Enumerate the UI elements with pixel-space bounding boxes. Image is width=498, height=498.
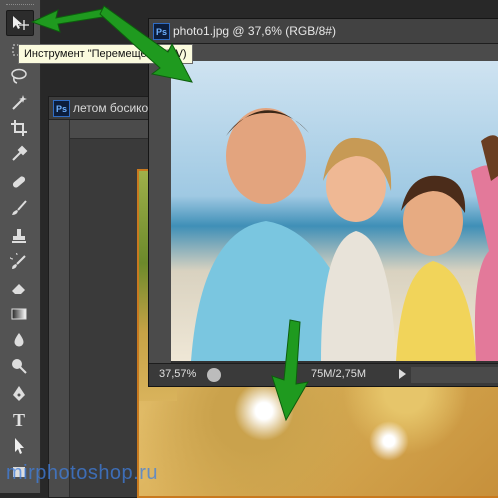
stamp-icon <box>12 229 26 243</box>
brush-tool[interactable] <box>6 196 32 220</box>
document-size: 75M/2,75M <box>311 368 367 380</box>
type-tool[interactable]: T <box>6 408 32 432</box>
arrow-icon <box>15 438 24 454</box>
vertical-ruler <box>49 120 70 497</box>
lasso-icon <box>11 68 27 84</box>
background-document-title: летом босико <box>73 101 149 115</box>
document-canvas-photo[interactable] <box>171 61 498 361</box>
clone-stamp-tool[interactable] <box>6 224 32 248</box>
gradient-tool[interactable] <box>6 302 32 326</box>
history-brush-icon <box>10 253 26 269</box>
bandage-icon <box>12 176 26 188</box>
pen-tool[interactable] <box>6 382 32 406</box>
move-icon <box>13 16 29 30</box>
sparkle-decoration <box>369 421 409 461</box>
eraser-tool[interactable] <box>6 276 32 300</box>
horizontal-scrollbar[interactable] <box>411 367 498 383</box>
pen-icon <box>13 386 25 401</box>
crop-tool[interactable] <box>6 116 32 140</box>
path-selection-tool[interactable] <box>6 434 32 458</box>
active-document-window[interactable]: Ps photo1.jpg @ 37,6% (RGB/8#) 37,57% 75… <box>148 18 498 387</box>
green-arrow-icon <box>99 5 193 83</box>
active-document-tab[interactable]: Ps photo1.jpg @ 37,6% (RGB/8#) <box>149 19 498 44</box>
eraser-icon <box>12 284 25 294</box>
status-play-icon[interactable] <box>399 369 406 379</box>
blur-tool[interactable] <box>6 328 32 352</box>
family-beach-photo <box>171 61 498 361</box>
magic-wand-icon <box>12 95 27 110</box>
type-icon: T <box>12 410 25 430</box>
healing-brush-tool[interactable] <box>6 170 32 194</box>
site-watermark: mirphotoshop.ru <box>6 462 159 484</box>
eyedropper-tool[interactable] <box>6 142 32 166</box>
dodge-icon <box>12 359 27 374</box>
eyedropper-icon <box>12 145 28 161</box>
drop-icon <box>14 333 24 347</box>
status-menu-icon[interactable] <box>207 368 221 382</box>
ps-file-icon: Ps <box>53 100 70 117</box>
zoom-level[interactable]: 37,57% <box>159 368 196 380</box>
status-bar: 37,57% 75M/2,75M <box>149 363 498 386</box>
dodge-tool[interactable] <box>6 354 32 378</box>
history-brush-tool[interactable] <box>6 250 32 274</box>
lasso-tool[interactable] <box>6 64 32 88</box>
gradient-icon <box>11 308 27 320</box>
vertical-ruler <box>149 44 172 364</box>
green-arrow-icon <box>271 319 309 422</box>
brush-icon <box>12 200 27 215</box>
magic-wand-tool[interactable] <box>6 90 32 114</box>
crop-icon <box>11 120 27 136</box>
tools-panel: T <box>0 0 41 493</box>
horizontal-ruler <box>171 44 498 62</box>
